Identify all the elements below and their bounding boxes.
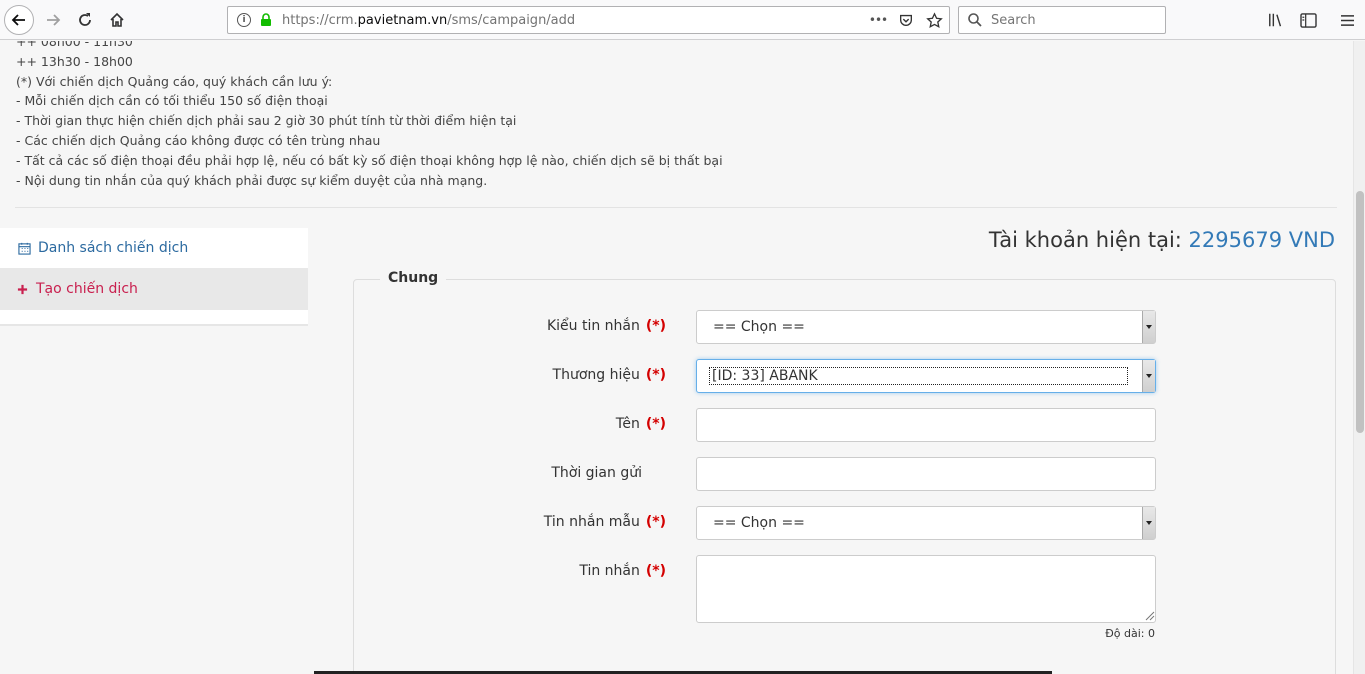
field-label: Tên (*) <box>616 416 666 432</box>
browser-toolbar: i https://crm.pavietnam.vn/sms/campaign/… <box>0 0 1365 40</box>
vertical-scrollbar[interactable] <box>1353 41 1365 674</box>
url-text[interactable]: https://crm.pavietnam.vn/sms/campaign/ad… <box>282 13 575 28</box>
sidebar: Danh sách chiến dịch Tạo chiến dịch <box>0 228 308 326</box>
label-text: Tên <box>615 416 640 432</box>
pocket-icon[interactable] <box>897 11 915 29</box>
message-type-select[interactable]: == Chọn == <box>696 310 1156 344</box>
note-line: ++ 08h00 - 11h30 <box>16 41 133 49</box>
page-actions-icon[interactable]: ••• <box>869 11 888 29</box>
field-label: Tin nhắn (*) <box>579 563 666 579</box>
back-arrow-icon <box>11 14 25 26</box>
menu-icon[interactable] <box>1336 10 1358 30</box>
chevron-down-icon[interactable] <box>1142 311 1155 343</box>
note-line: (*) Với chiến dịch Quảng cáo, quý khách … <box>16 73 333 89</box>
select-value: == Chọn == <box>713 319 805 335</box>
brand-select[interactable]: [ID: 33] ABANK <box>696 359 1156 393</box>
sidebar-item-create-campaign[interactable]: Tạo chiến dịch <box>0 268 308 310</box>
required-mark: (*) <box>645 514 666 530</box>
lock-icon[interactable] <box>259 13 273 27</box>
form-row-message-type: Kiểu tin nhắn (*) == Chọn == <box>353 310 1336 344</box>
field-label: Thời gian gửi <box>551 465 666 481</box>
required-mark: (*) <box>645 563 666 579</box>
note-line: - Nội dung tin nhắn của quý khách phải đ… <box>16 172 488 188</box>
required-mark: (*) <box>645 367 666 383</box>
account-label: Tài khoản hiện tại: <box>988 228 1189 252</box>
home-icon <box>110 12 124 27</box>
search-bar[interactable] <box>958 6 1166 34</box>
template-select[interactable]: == Chọn == <box>696 506 1156 540</box>
page-content: ++ 08h00 - 11h30 ++ 13h30 - 18h00 (*) Vớ… <box>0 41 1353 674</box>
search-icon <box>968 13 982 27</box>
reload-icon <box>79 13 91 26</box>
label-text: Thời gian gửi <box>551 465 642 481</box>
calendar-icon <box>16 240 32 256</box>
forward-button[interactable] <box>38 5 68 35</box>
url-path: /sms/campaign/add <box>447 12 576 28</box>
divider <box>15 207 1337 208</box>
forward-arrow-icon <box>47 14 61 26</box>
plus-icon <box>16 281 28 297</box>
note-line: - Tất cả các số điện thoại đều phải hợp … <box>16 152 723 168</box>
form-row-message: Tin nhắn (*) <box>353 555 1336 623</box>
form-row-brand: Thương hiệu (*) [ID: 33] ABANK <box>353 359 1336 393</box>
chevron-down-icon[interactable] <box>1142 507 1155 539</box>
library-icon[interactable] <box>1265 10 1287 30</box>
fieldset-legend: Chung <box>380 270 447 286</box>
form-row-name: Tên (*) <box>353 408 1336 442</box>
form-row-send-time: Thời gian gửi <box>353 457 1336 491</box>
note-line: - Các chiến dịch Quảng cáo không được có… <box>16 132 381 148</box>
info-icon[interactable]: i <box>237 13 251 27</box>
field-label: Tin nhắn mẫu (*) <box>544 514 666 530</box>
note-line: - Thời gian thực hiện chiến dịch phải sa… <box>16 113 517 129</box>
chevron-down-icon[interactable] <box>1142 360 1155 392</box>
required-mark: (*) <box>645 416 666 432</box>
url-bar[interactable]: i https://crm.pavietnam.vn/sms/campaign/… <box>227 6 950 34</box>
form-row-template: Tin nhắn mẫu (*) == Chọn == <box>353 506 1336 540</box>
field-label: Kiểu tin nhắn (*) <box>547 318 666 334</box>
label-text: Kiểu tin nhắn <box>546 318 640 334</box>
note-line: ++ 13h30 - 18h00 <box>16 53 133 69</box>
name-input[interactable] <box>696 408 1156 442</box>
label-text: Thương hiệu <box>552 367 640 383</box>
url-host: pavietnam.vn <box>357 12 448 28</box>
sidebar-item-label: Danh sách chiến dịch <box>38 240 189 256</box>
url-prefix: https://crm. <box>282 12 358 28</box>
required-mark: (*) <box>645 318 666 334</box>
sidebar-item-label: Tạo chiến dịch <box>36 281 138 297</box>
select-value: == Chọn == <box>713 515 805 531</box>
label-text: Tin nhắn <box>579 563 640 579</box>
sidebar-item-campaign-list[interactable]: Danh sách chiến dịch <box>0 228 308 268</box>
campaign-notes: ++ 08h00 - 11h30 ++ 13h30 - 18h00 (*) Vớ… <box>16 41 723 190</box>
home-button[interactable] <box>102 5 132 35</box>
scrollbar-thumb[interactable] <box>1356 191 1364 433</box>
bookmark-star-icon[interactable] <box>925 11 943 29</box>
field-label: Thương hiệu (*) <box>553 367 666 383</box>
select-value: [ID: 33] ABANK <box>709 367 1128 385</box>
message-textarea[interactable] <box>696 555 1156 623</box>
account-amount: 2295679 VND <box>1188 228 1335 252</box>
resize-handle-icon[interactable] <box>1145 611 1155 621</box>
label-text: Tin nhắn mẫu <box>543 514 640 530</box>
reload-button[interactable] <box>70 5 100 35</box>
back-button[interactable] <box>4 5 34 35</box>
sidebar-toggle-icon[interactable] <box>1297 10 1319 30</box>
message-length: Độ dài: 0 <box>1105 627 1155 640</box>
note-line: - Mỗi chiến dịch cần có tối thiểu 150 số… <box>16 93 328 109</box>
search-input[interactable] <box>991 12 1151 28</box>
send-time-input[interactable] <box>696 457 1156 491</box>
account-balance: Tài khoản hiện tại: 2295679 VND <box>989 228 1335 252</box>
